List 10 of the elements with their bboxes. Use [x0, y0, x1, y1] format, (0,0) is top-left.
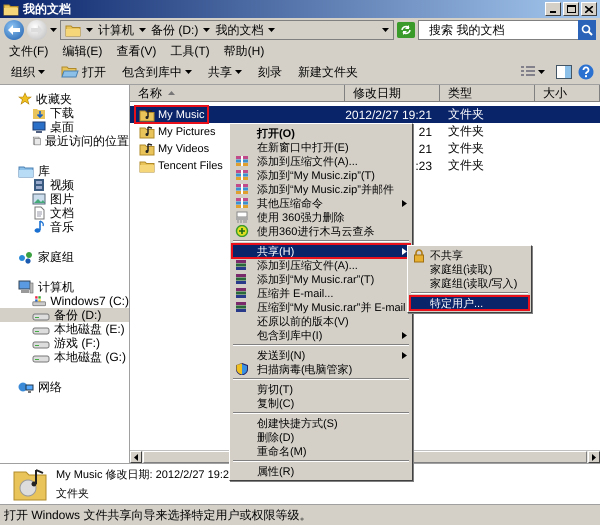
file-type: 文件夹: [447, 140, 485, 157]
modified-date: 2012/2/27 19:21: [345, 108, 433, 122]
file-type: 文件夹: [447, 123, 485, 140]
file-type: 文件夹: [447, 106, 485, 123]
status-text: 打开 Windows 文件共享向导来选择特定用户或权限等级。: [0, 504, 600, 525]
modified-date: 21: [418, 124, 433, 138]
details-text: 文件夹: [56, 486, 90, 501]
details-text: My Music 修改日期: 2012/2/27 19:2: [56, 468, 230, 482]
file-type: 文件夹: [447, 157, 485, 174]
window-title: 我的文档: [23, 0, 71, 18]
